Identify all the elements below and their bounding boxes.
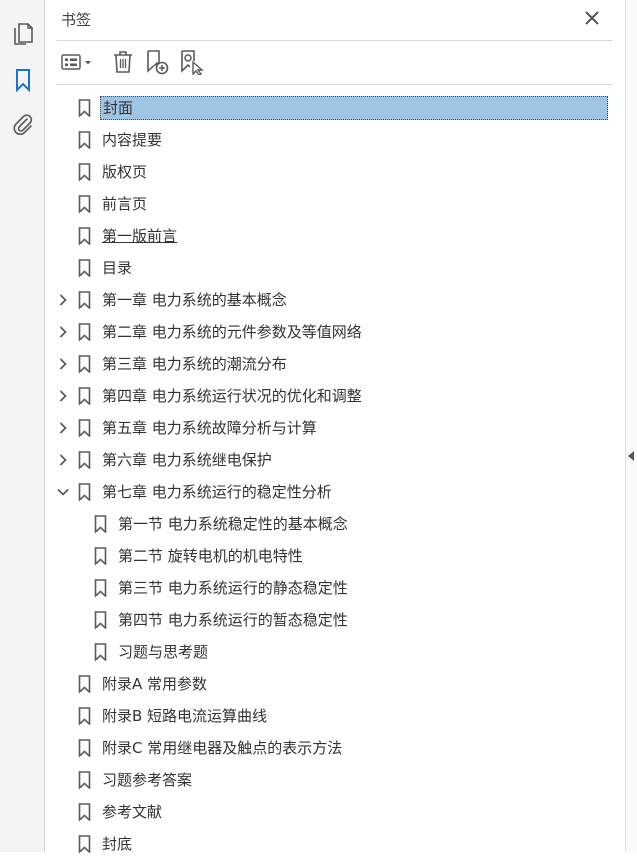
bookmark-search-button[interactable] [178, 48, 206, 76]
bookmark-item[interactable]: 第三节 电力系统运行的静态稳定性 [45, 574, 625, 602]
bookmark-label: 第五章 电力系统故障分析与计算 [102, 419, 317, 437]
collapse-panel-icon[interactable] [627, 450, 635, 462]
bookmark-item[interactable]: 目录 [45, 254, 625, 282]
bookmark-item[interactable]: 版权页 [45, 158, 625, 186]
bookmark-item[interactable]: 第一版前言 [45, 222, 625, 250]
header-divider [57, 40, 612, 41]
bookmark-item[interactable]: 第五章 电力系统故障分析与计算 [45, 414, 625, 442]
bookmark-label: 参考文献 [102, 803, 163, 821]
bookmark-item[interactable]: 第四章 电力系统运行状况的优化和调整 [45, 382, 625, 410]
bookmark-item-icon [78, 323, 91, 341]
chevron-right-icon[interactable] [57, 294, 69, 306]
bookmark-label: 第四章 电力系统运行状况的优化和调整 [102, 387, 362, 405]
bookmark-item-icon [78, 771, 91, 789]
panel-splitter[interactable] [625, 0, 637, 852]
bookmark-item-icon [78, 131, 91, 149]
bookmark-item-icon [78, 227, 91, 245]
bookmark-label: 目录 [102, 259, 133, 277]
bookmark-item[interactable]: 第四节 电力系统运行的暂态稳定性 [45, 606, 625, 634]
close-button[interactable] [580, 6, 604, 30]
bookmark-label: 第二节 旋转电机的机电特性 [118, 547, 303, 565]
bookmark-item-icon [78, 675, 91, 693]
bookmark-item[interactable]: 第三章 电力系统的潮流分布 [45, 350, 625, 378]
bookmark-icon[interactable] [9, 66, 37, 94]
options-menu-button[interactable] [59, 48, 97, 76]
bookmark-item[interactable]: 附录B 短路电流运算曲线 [45, 702, 625, 730]
bookmark-item-icon [78, 195, 91, 213]
navigation-rail [0, 0, 45, 852]
chevron-right-icon[interactable] [57, 390, 69, 402]
chevron-right-icon[interactable] [57, 358, 69, 370]
bookmark-item-icon [78, 259, 91, 277]
bookmark-item[interactable]: 附录C 常用继电器及触点的表示方法 [45, 734, 625, 762]
toolbar-divider [57, 84, 612, 85]
bookmark-item[interactable]: 第六章 电力系统继电保护 [45, 446, 625, 474]
bookmark-label: 第三节 电力系统运行的静态稳定性 [118, 579, 348, 597]
bookmark-search-icon [181, 50, 204, 75]
delete-bookmark-button[interactable] [110, 48, 136, 76]
bookmark-label: 第一版前言 [102, 227, 178, 245]
bookmark-item-icon [78, 355, 91, 373]
close-icon [585, 11, 599, 25]
bookmark-item-icon [78, 99, 91, 117]
trash-icon [114, 51, 132, 73]
chevron-right-icon[interactable] [57, 422, 69, 434]
bookmark-label: 第一节 电力系统稳定性的基本概念 [118, 515, 348, 533]
bookmark-item[interactable]: 第二章 电力系统的元件参数及等值网络 [45, 318, 625, 346]
bookmark-item[interactable]: 第一节 电力系统稳定性的基本概念 [45, 510, 625, 538]
bookmark-label: 第一章 电力系统的基本概念 [102, 291, 287, 309]
bookmark-label: 习题参考答案 [102, 771, 193, 789]
bookmark-item-icon [94, 643, 107, 661]
bookmark-item[interactable]: 前言页 [45, 190, 625, 218]
bookmark-item[interactable]: 附录A 常用参数 [45, 670, 625, 698]
bookmark-item-icon [78, 483, 91, 501]
bookmark-item-icon [78, 739, 91, 757]
bookmark-item-icon [94, 579, 107, 597]
bookmark-label: 第二章 电力系统的元件参数及等值网络 [102, 323, 362, 341]
pages-icon[interactable] [9, 19, 37, 47]
bookmark-label: 附录B 短路电流运算曲线 [102, 707, 268, 725]
bookmark-item[interactable]: 第七章 电力系统运行的稳定性分析 [45, 478, 625, 506]
bookmark-item-icon [78, 707, 91, 725]
bookmark-item-icon [78, 291, 91, 309]
bookmark-item-icon [78, 419, 91, 437]
new-bookmark-icon [147, 50, 169, 75]
bookmark-label: 附录C 常用继电器及触点的表示方法 [102, 739, 343, 757]
bookmark-label: 内容提要 [102, 131, 163, 149]
bookmark-item[interactable]: 参考文献 [45, 798, 625, 826]
bookmark-item-icon [78, 803, 91, 821]
bookmark-label: 附录A 常用参数 [102, 675, 208, 693]
options-menu-icon [61, 54, 91, 70]
bookmark-label: 封面 [100, 96, 608, 120]
chevron-right-icon[interactable] [57, 326, 69, 338]
bookmark-item-icon [94, 515, 107, 533]
bookmark-item-icon [78, 835, 91, 853]
bookmark-label: 前言页 [102, 195, 148, 213]
bookmark-label: 封底 [102, 835, 133, 853]
bookmark-item-icon [94, 547, 107, 565]
bookmark-item[interactable]: 封面 [45, 94, 625, 122]
new-bookmark-button[interactable] [144, 48, 170, 76]
bookmark-item[interactable]: 内容提要 [45, 126, 625, 154]
bookmark-label: 第四节 电力系统运行的暂态稳定性 [118, 611, 348, 629]
bookmark-item[interactable]: 封底 [45, 830, 625, 858]
bookmark-label: 第七章 电力系统运行的稳定性分析 [102, 483, 332, 501]
bookmark-item[interactable]: 习题与思考题 [45, 638, 625, 666]
paperclip-icon[interactable] [9, 111, 37, 139]
bookmark-item[interactable]: 习题参考答案 [45, 766, 625, 794]
bookmark-item-icon [78, 163, 91, 181]
bookmark-item-icon [78, 387, 91, 405]
bookmark-label: 习题与思考题 [118, 643, 209, 661]
bookmarks-panel: 书签 封面 内容提要 版权页 前言页 第一版前言 目录 第一章 电力系统的基本概… [45, 0, 625, 853]
panel-title: 书签 [61, 11, 92, 29]
chevron-down-icon[interactable] [57, 486, 69, 498]
chevron-right-icon[interactable] [57, 454, 69, 466]
bookmark-item-icon [78, 451, 91, 469]
bookmark-item[interactable]: 第二节 旋转电机的机电特性 [45, 542, 625, 570]
bookmark-label: 版权页 [102, 163, 148, 181]
bookmark-item[interactable]: 第一章 电力系统的基本概念 [45, 286, 625, 314]
bookmark-label: 第三章 电力系统的潮流分布 [102, 355, 287, 373]
bookmark-item-icon [94, 611, 107, 629]
bookmark-label: 第六章 电力系统继电保护 [102, 451, 272, 469]
